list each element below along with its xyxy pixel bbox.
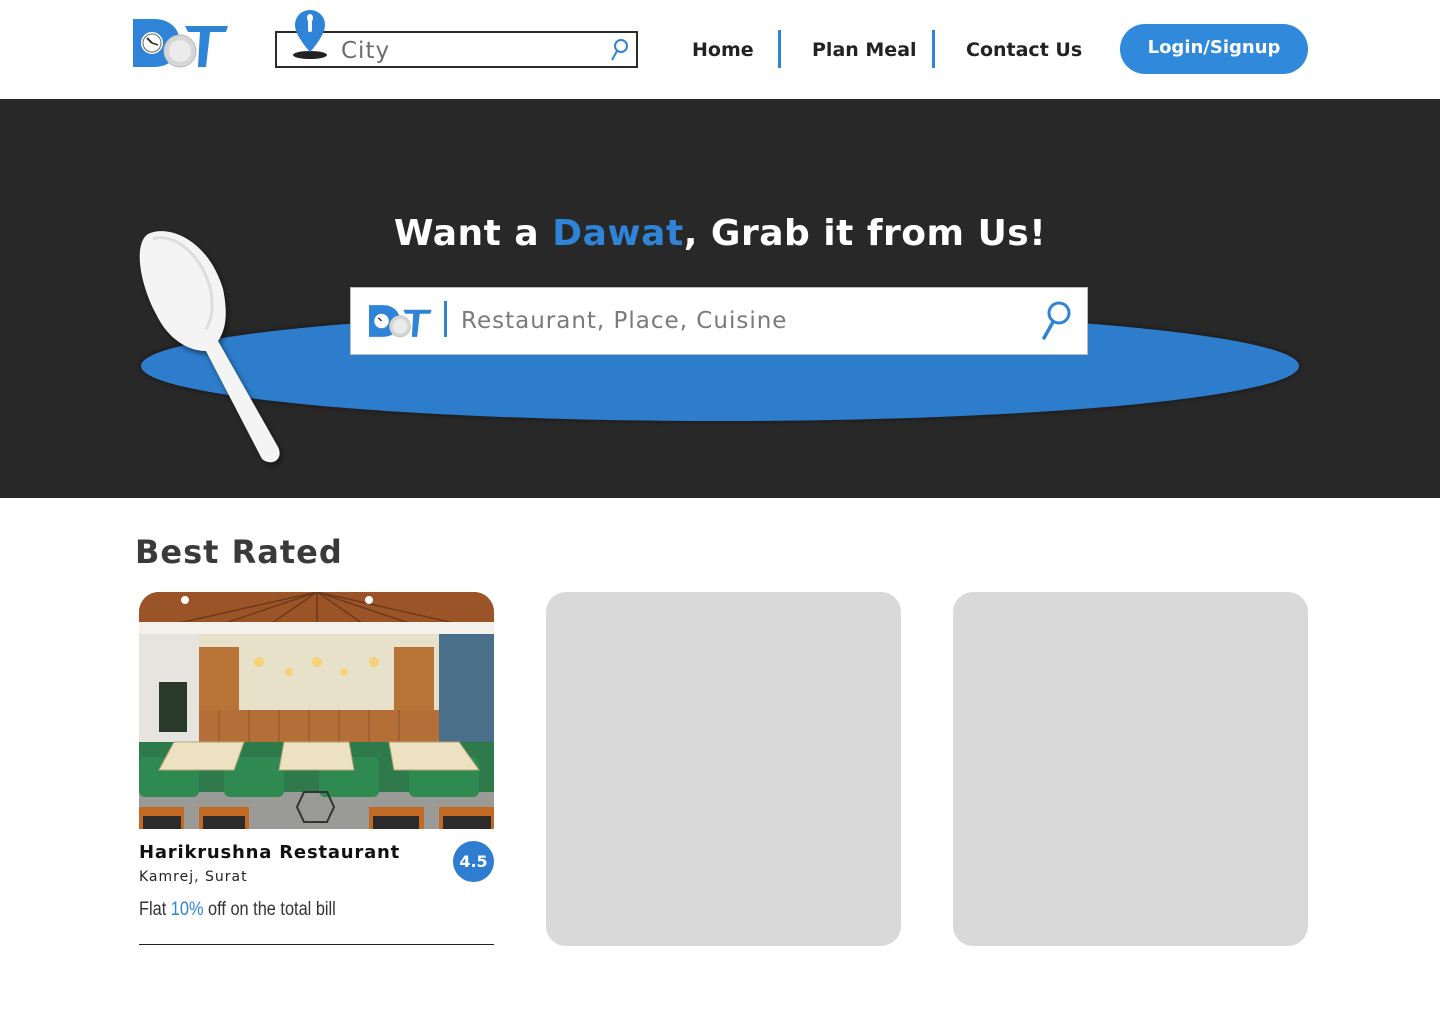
hero-title: Want a Dawat, Grab it from Us! [0, 213, 1440, 254]
offer-suffix: off on the total bill [203, 899, 336, 920]
search-icon[interactable] [1039, 300, 1073, 342]
restaurant-search-input[interactable] [461, 298, 1021, 344]
location-pin-icon [293, 10, 327, 59]
nav-divider [932, 30, 935, 68]
nav-divider [778, 30, 781, 68]
nav-contact-us[interactable]: Contact Us [966, 30, 1082, 68]
hero-title-accent: Dawat [552, 213, 684, 254]
restaurant-location: Kamrej, Surat [139, 869, 248, 885]
card-divider [139, 944, 494, 945]
search-divider [444, 301, 447, 337]
restaurant-card-placeholder [546, 592, 901, 946]
rating-badge: 4.5 [453, 841, 494, 882]
restaurant-card-placeholder [953, 592, 1308, 946]
site-header: Home Plan Meal Contact Us Login/Signup [0, 0, 1440, 99]
hero-title-prefix: Want a [393, 213, 553, 254]
nav-plan-meal[interactable]: Plan Meal [812, 30, 917, 68]
restaurant-name[interactable]: Harikrushna Restaurant [139, 842, 400, 863]
dot-logo [368, 305, 432, 338]
offer-text: Flat 10% off on the total bill [139, 899, 336, 921]
nav-home[interactable]: Home [692, 30, 754, 68]
dot-logo[interactable] [130, 16, 230, 70]
main-search-box[interactable] [350, 287, 1088, 355]
spoon-icon [139, 231, 280, 463]
hero-title-suffix: , Grab it from Us! [683, 213, 1047, 254]
offer-value: 10% [170, 899, 204, 920]
city-input[interactable] [341, 33, 601, 66]
login-signup-button[interactable]: Login/Signup [1120, 24, 1308, 74]
restaurant-image [139, 592, 494, 829]
search-icon[interactable] [610, 38, 628, 62]
offer-prefix: Flat [139, 899, 171, 920]
hero-banner: Want a Dawat, Grab it from Us! [0, 99, 1440, 498]
section-title-best-rated: Best Rated [135, 533, 343, 571]
